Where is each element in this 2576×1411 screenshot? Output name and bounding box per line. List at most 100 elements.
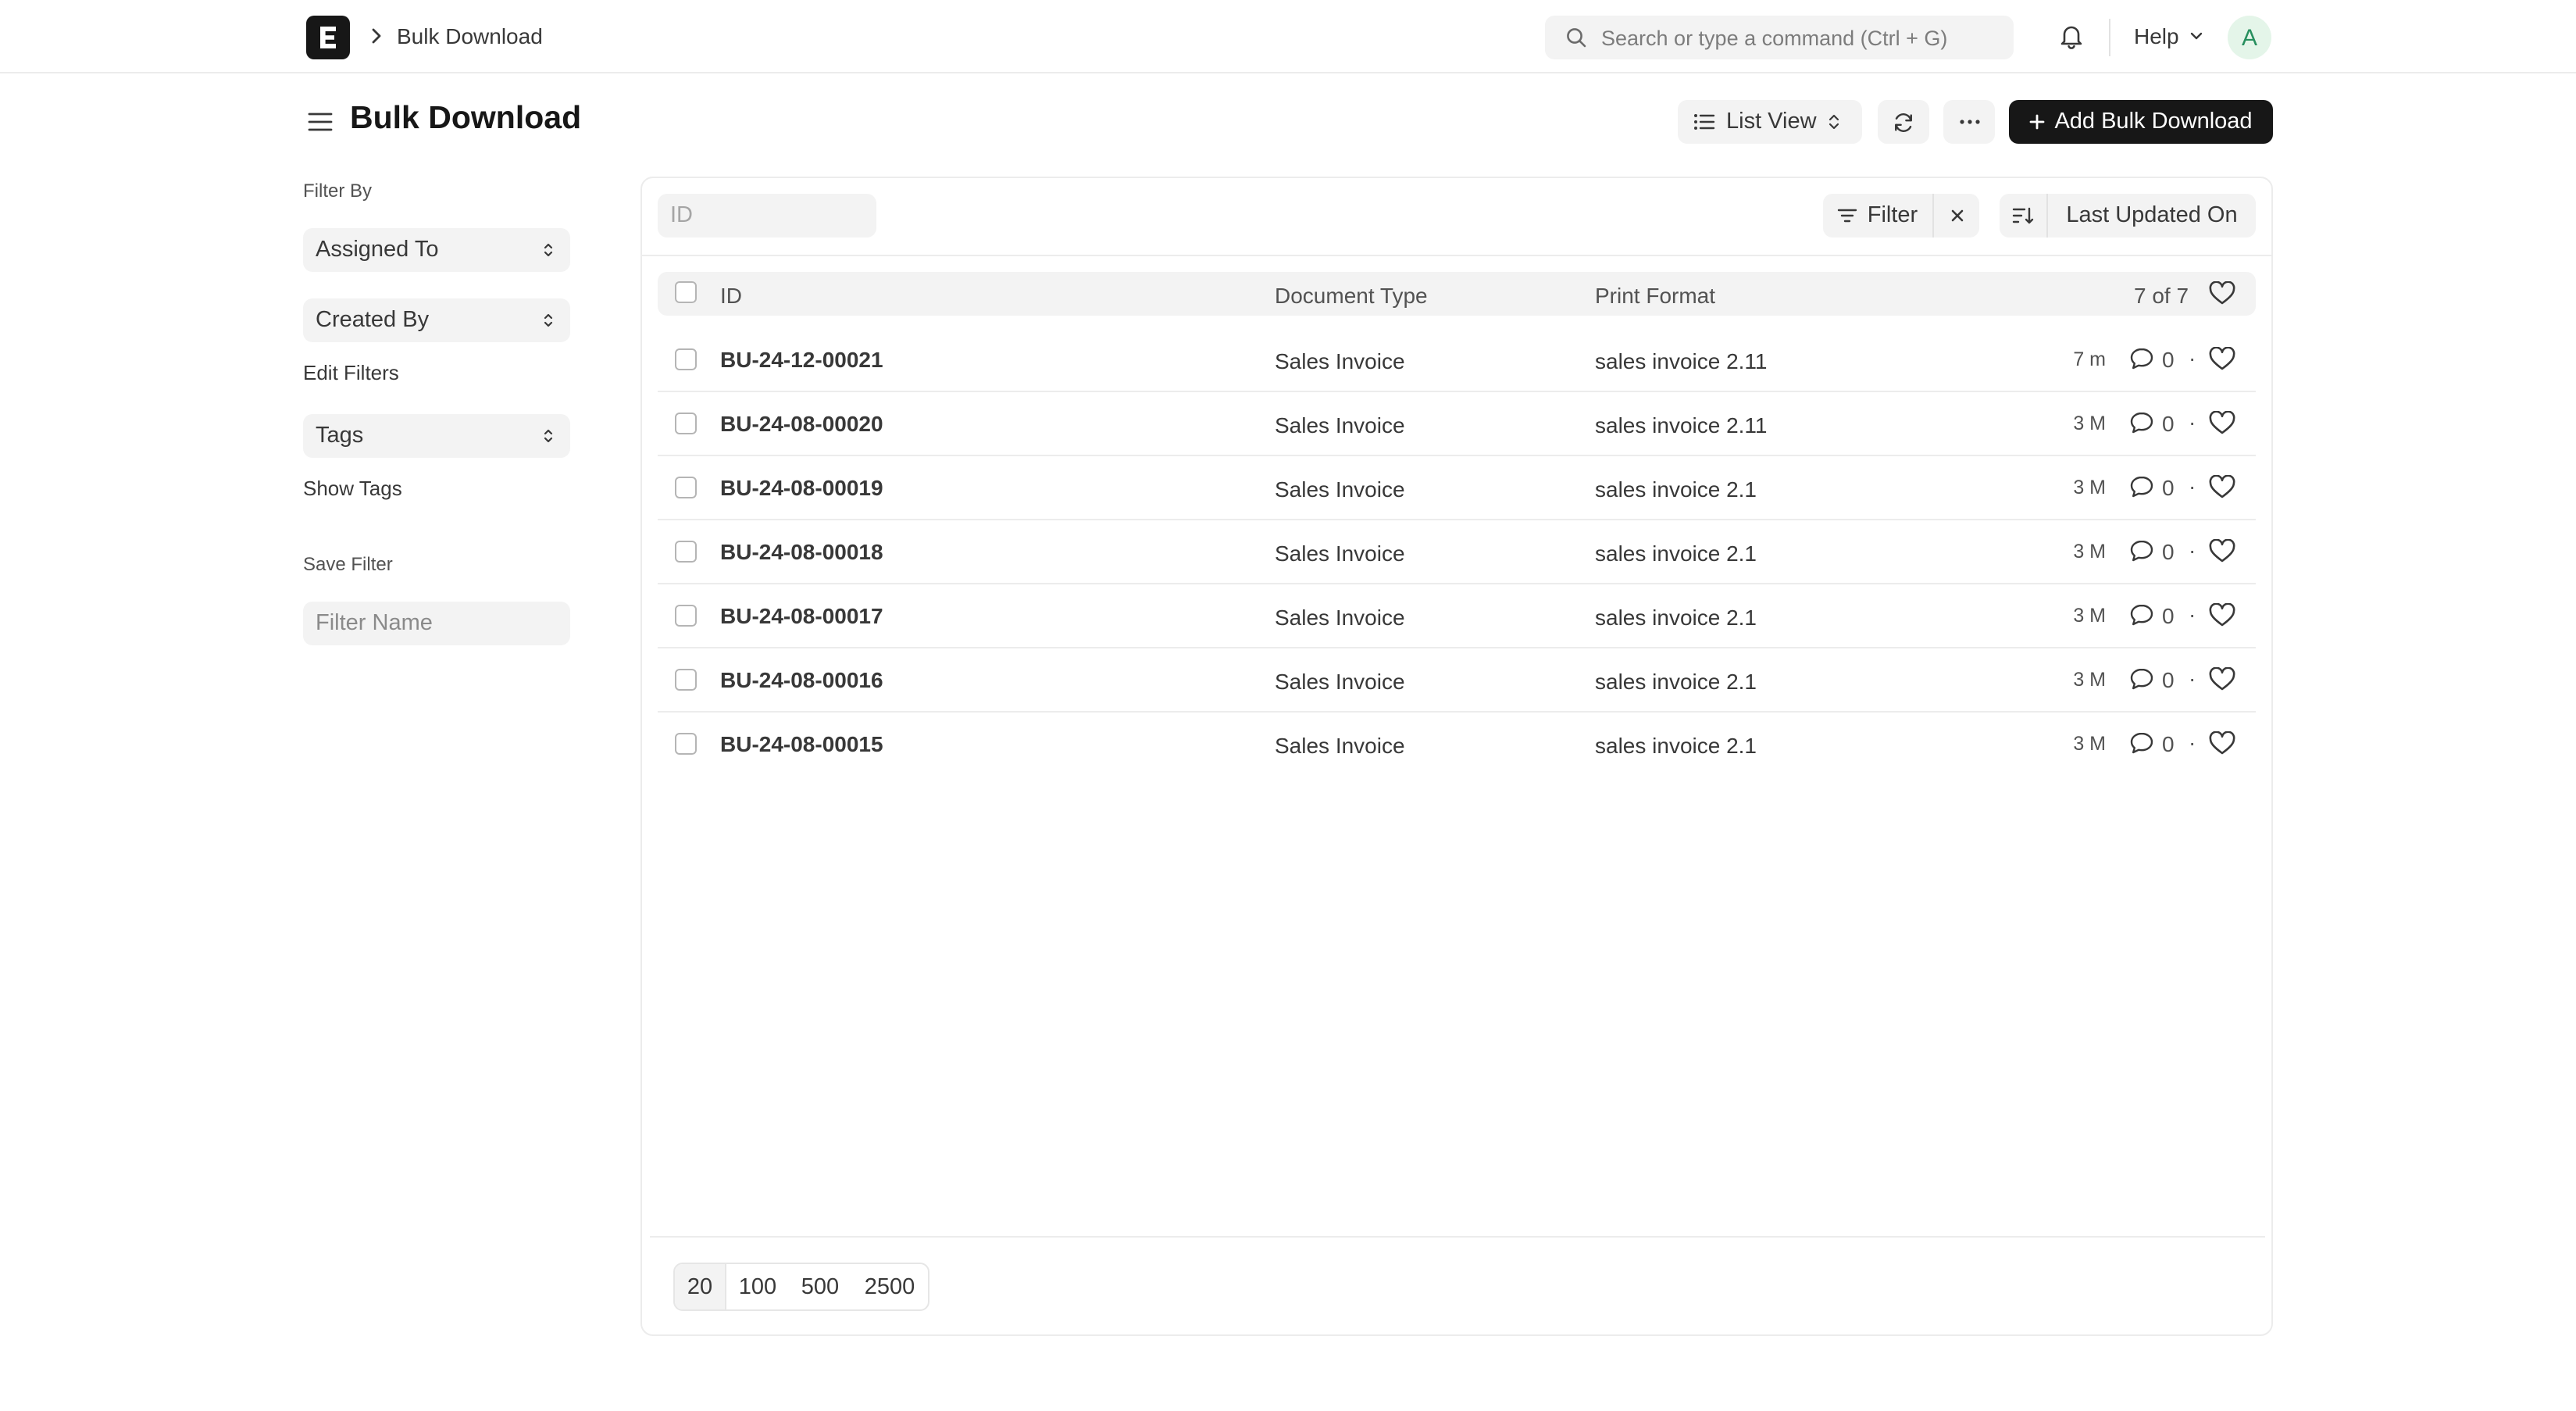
edit-filters-link[interactable]: Edit Filters (303, 361, 399, 384)
table-row[interactable]: BU-24-08-00016 Sales Invoice sales invoice… (658, 648, 2256, 713)
table-row[interactable]: BU-24-08-00015 Sales Invoice sales invoice… (658, 713, 2256, 777)
clear-filter-button[interactable] (1932, 194, 1979, 238)
table-row[interactable]: BU-24-08-00019 Sales Invoice sales invoice… (658, 456, 2256, 520)
comment-icon[interactable] (2129, 539, 2154, 567)
row-separator-dot: · (2189, 409, 2196, 434)
help-label: Help (2134, 23, 2179, 48)
row-print-format: sales invoice 2.1 (1595, 605, 1757, 630)
save-filter-label: Save Filter (303, 553, 393, 575)
search-placeholder: Search or type a command (Ctrl + G) (1601, 26, 1948, 49)
row-modified-time: 3 M (2073, 669, 2106, 691)
filter-group: Filter (1823, 194, 1979, 238)
row-id-link[interactable]: BU-24-08-00016 (720, 667, 883, 692)
row-checkbox[interactable] (675, 605, 697, 627)
row-print-format: sales invoice 2.1 (1595, 477, 1757, 502)
search-icon (1567, 28, 1586, 48)
row-document-type: Sales Invoice (1275, 477, 1405, 502)
filter-name-input[interactable]: Filter Name (303, 602, 570, 645)
row-id-link[interactable]: BU-24-08-00019 (720, 475, 883, 500)
show-tags-link[interactable]: Show Tags (303, 477, 402, 500)
refresh-button[interactable] (1878, 100, 1929, 144)
heart-icon[interactable] (2209, 410, 2235, 441)
ellipsis-icon (1959, 120, 1979, 124)
row-comment-count: 0 (2162, 411, 2175, 436)
heart-icon[interactable] (2209, 281, 2235, 306)
row-print-format: sales invoice 2.1 (1595, 733, 1757, 758)
row-print-format: sales invoice 2.11 (1595, 413, 1768, 438)
select-all-checkbox[interactable] (675, 281, 697, 303)
page-title: Bulk Download (350, 100, 582, 136)
help-dropdown[interactable]: Help (2134, 23, 2204, 48)
footer-divider (650, 1236, 2265, 1238)
page-size-2500[interactable]: 2500 (851, 1264, 928, 1309)
row-checkbox[interactable] (675, 477, 697, 498)
comment-icon[interactable] (2129, 603, 2154, 631)
created-by-select[interactable]: Created By (303, 298, 570, 342)
row-document-type: Sales Invoice (1275, 541, 1405, 566)
more-actions-button[interactable] (1943, 100, 1995, 144)
add-bulk-download-button[interactable]: Add Bulk Download (2009, 100, 2273, 144)
column-header-print-format[interactable]: Print Format (1595, 283, 1715, 308)
search-bar[interactable]: Search or type a command (Ctrl + G) (1545, 16, 2014, 59)
id-filter-input[interactable]: ID (658, 194, 876, 238)
assigned-to-select[interactable]: Assigned To (303, 228, 570, 272)
column-header-id[interactable]: ID (720, 283, 742, 308)
heart-icon[interactable] (2209, 666, 2235, 697)
row-modified-time: 3 M (2073, 413, 2106, 434)
page-size-20[interactable]: 20 (675, 1264, 726, 1309)
table-row[interactable]: BU-24-08-00017 Sales Invoice sales invoice… (658, 584, 2256, 648)
tags-select[interactable]: Tags (303, 414, 570, 458)
page-size-500[interactable]: 500 (789, 1264, 851, 1309)
chevron-right-icon (372, 28, 381, 44)
row-comment-count: 0 (2162, 347, 2175, 372)
table-row[interactable]: BU-24-08-00020 Sales Invoice sales invoice… (658, 392, 2256, 456)
filter-icon (1838, 209, 1857, 223)
table-row[interactable]: BU-24-08-00018 Sales Invoice sales invoice… (658, 520, 2256, 584)
page-size-100[interactable]: 100 (726, 1264, 789, 1309)
row-document-type: Sales Invoice (1275, 733, 1405, 758)
row-separator-dot: · (2189, 538, 2196, 563)
heart-icon[interactable] (2209, 538, 2235, 569)
bell-icon[interactable] (2057, 22, 2085, 50)
row-print-format: sales invoice 2.1 (1595, 669, 1757, 694)
comment-icon[interactable] (2129, 667, 2154, 695)
breadcrumb[interactable]: Bulk Download (397, 23, 543, 48)
refresh-icon (1895, 113, 1912, 131)
row-id-link[interactable]: BU-24-08-00018 (720, 539, 883, 564)
comment-icon[interactable] (2129, 475, 2154, 503)
row-id-link[interactable]: BU-24-12-00021 (720, 347, 883, 372)
row-document-type: Sales Invoice (1275, 413, 1405, 438)
app-logo-icon[interactable] (306, 16, 350, 59)
row-comment-count: 0 (2162, 667, 2175, 692)
row-checkbox[interactable] (675, 348, 697, 370)
table-row[interactable]: BU-24-12-00021 Sales Invoice sales invoice… (658, 328, 2256, 392)
avatar[interactable]: A (2228, 16, 2271, 59)
heart-icon[interactable] (2209, 602, 2235, 633)
column-header-document-type[interactable]: Document Type (1275, 283, 1428, 308)
filter-button[interactable]: Filter (1823, 194, 1932, 238)
row-modified-time: 3 M (2073, 733, 2106, 755)
row-print-format: sales invoice 2.11 (1595, 348, 1768, 373)
row-checkbox[interactable] (675, 733, 697, 755)
row-document-type: Sales Invoice (1275, 605, 1405, 630)
row-id-link[interactable]: BU-24-08-00020 (720, 411, 883, 436)
comment-icon[interactable] (2129, 347, 2154, 375)
row-checkbox[interactable] (675, 669, 697, 691)
heart-icon[interactable] (2209, 731, 2235, 761)
row-separator-dot: · (2189, 602, 2196, 627)
row-id-link[interactable]: BU-24-08-00017 (720, 603, 883, 628)
assigned-to-label: Assigned To (316, 238, 439, 263)
heart-icon[interactable] (2209, 474, 2235, 505)
sort-direction-button[interactable] (2000, 194, 2048, 238)
list-view-selector[interactable]: List View (1678, 100, 1862, 144)
sort-by-button[interactable]: Last Updated On (2048, 194, 2256, 238)
row-separator-dot: · (2189, 345, 2196, 370)
row-comment-count: 0 (2162, 475, 2175, 500)
hamburger-icon[interactable] (308, 109, 333, 134)
row-checkbox[interactable] (675, 541, 697, 563)
comment-icon[interactable] (2129, 411, 2154, 439)
row-checkbox[interactable] (675, 413, 697, 434)
heart-icon[interactable] (2209, 346, 2235, 377)
row-id-link[interactable]: BU-24-08-00015 (720, 731, 883, 756)
comment-icon[interactable] (2129, 731, 2154, 759)
